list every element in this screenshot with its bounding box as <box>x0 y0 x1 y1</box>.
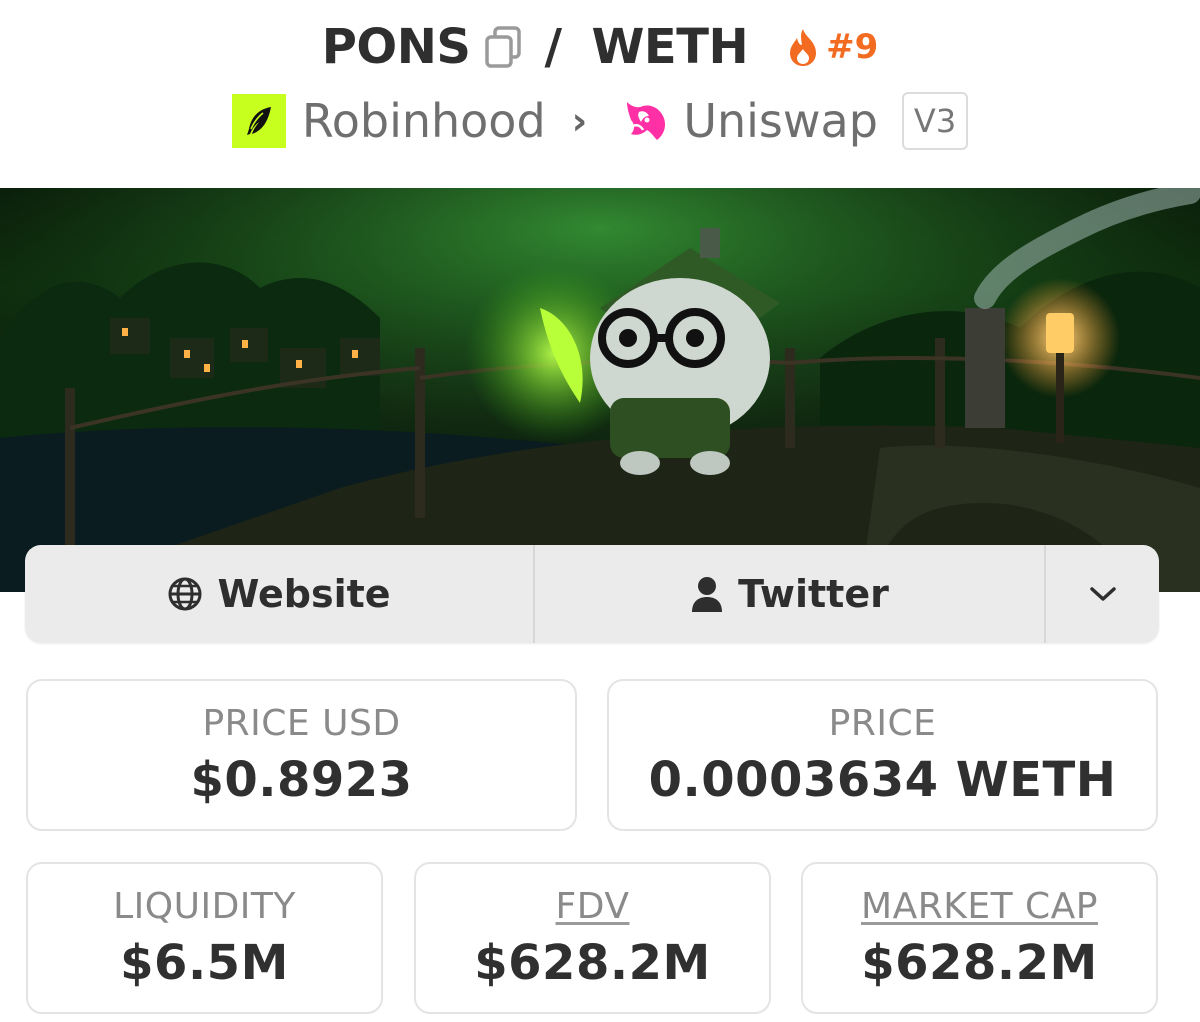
price-usd-value: $0.8923 <box>190 751 413 808</box>
market-cap-card: MARKET CAP $628.2M <box>801 862 1158 1014</box>
globe-icon <box>168 577 202 611</box>
robinhood-feather-logo <box>231 94 286 148</box>
token-banner-image <box>0 188 1200 592</box>
flame-icon <box>790 29 817 66</box>
market-cap-label[interactable]: MARKET CAP <box>861 886 1098 927</box>
pair-title: PONS / WETH <box>321 19 749 75</box>
twitter-button[interactable]: Twitter <box>535 545 1046 643</box>
pair-separator: / <box>544 19 562 75</box>
more-links-dropdown[interactable] <box>1046 545 1159 643</box>
quote-token-symbol: WETH <box>591 19 749 75</box>
trending-rank-badge[interactable]: #9 <box>786 27 878 67</box>
liquidity-card: LIQUIDITY $6.5M <box>26 862 383 1014</box>
copy-icon[interactable] <box>484 25 522 69</box>
chevron-right-icon: › <box>571 99 588 143</box>
trending-rank: #9 <box>826 27 879 67</box>
uniswap-unicorn-logo <box>627 102 666 140</box>
website-button[interactable]: Website <box>25 545 535 643</box>
liquidity-value: $6.5M <box>120 934 289 991</box>
liquidity-label: LIQUIDITY <box>113 885 296 927</box>
pair-title-row: PONS / WETH #9 <box>0 14 1200 80</box>
price-native-card: PRICE 0.0003634 WETH <box>607 679 1158 831</box>
user-icon <box>692 577 723 612</box>
chain-name[interactable]: Robinhood <box>302 94 546 148</box>
price-native-value: 0.0003634 WETH <box>648 751 1117 808</box>
fdv-label[interactable]: FDV <box>556 886 630 927</box>
breadcrumb: Robinhood › Uniswap V3 <box>0 88 1200 154</box>
base-token-symbol: PONS <box>321 19 471 75</box>
price-native-label: PRICE <box>828 702 937 744</box>
price-usd-card: PRICE USD $0.8923 <box>26 679 577 831</box>
dex-version-badge: V3 <box>901 92 969 150</box>
website-label: Website <box>217 572 391 616</box>
price-usd-label: PRICE USD <box>202 702 401 744</box>
fdv-card: FDV $628.2M <box>414 862 771 1014</box>
chevron-down-icon <box>1089 587 1116 601</box>
social-links-bar: Website Twitter <box>25 545 1159 643</box>
fdv-value: $628.2M <box>474 934 711 991</box>
twitter-label: Twitter <box>738 572 889 616</box>
market-cap-value: $628.2M <box>861 934 1098 991</box>
dex-name[interactable]: Uniswap <box>683 94 878 148</box>
